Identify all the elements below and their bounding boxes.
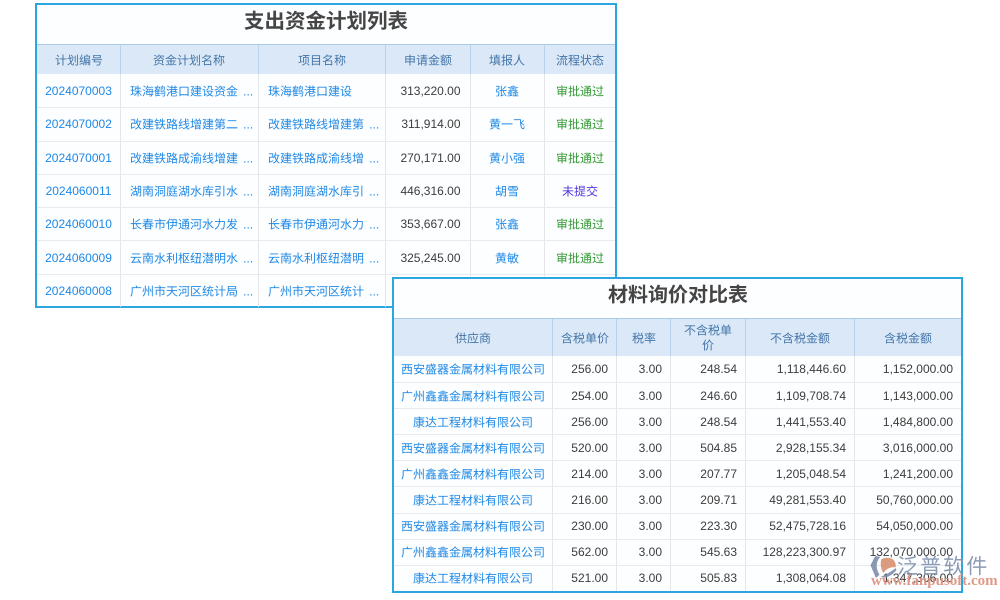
svg-text:...: ... [243,85,253,97]
svg-text:...: ... [369,185,379,197]
svg-text:...: ... [243,185,253,197]
svg-text:...: ... [243,118,253,130]
svg-text:...: ... [369,118,379,130]
svg-text:...: ... [369,285,379,297]
svg-text:...: ... [243,285,253,297]
svg-text:...: ... [369,252,379,264]
svg-text:...: ... [369,152,379,164]
svg-text:...: ... [369,218,379,230]
svg-text:...: ... [243,152,253,164]
svg-text:...: ... [243,252,253,264]
svg-text:...: ... [243,218,253,230]
